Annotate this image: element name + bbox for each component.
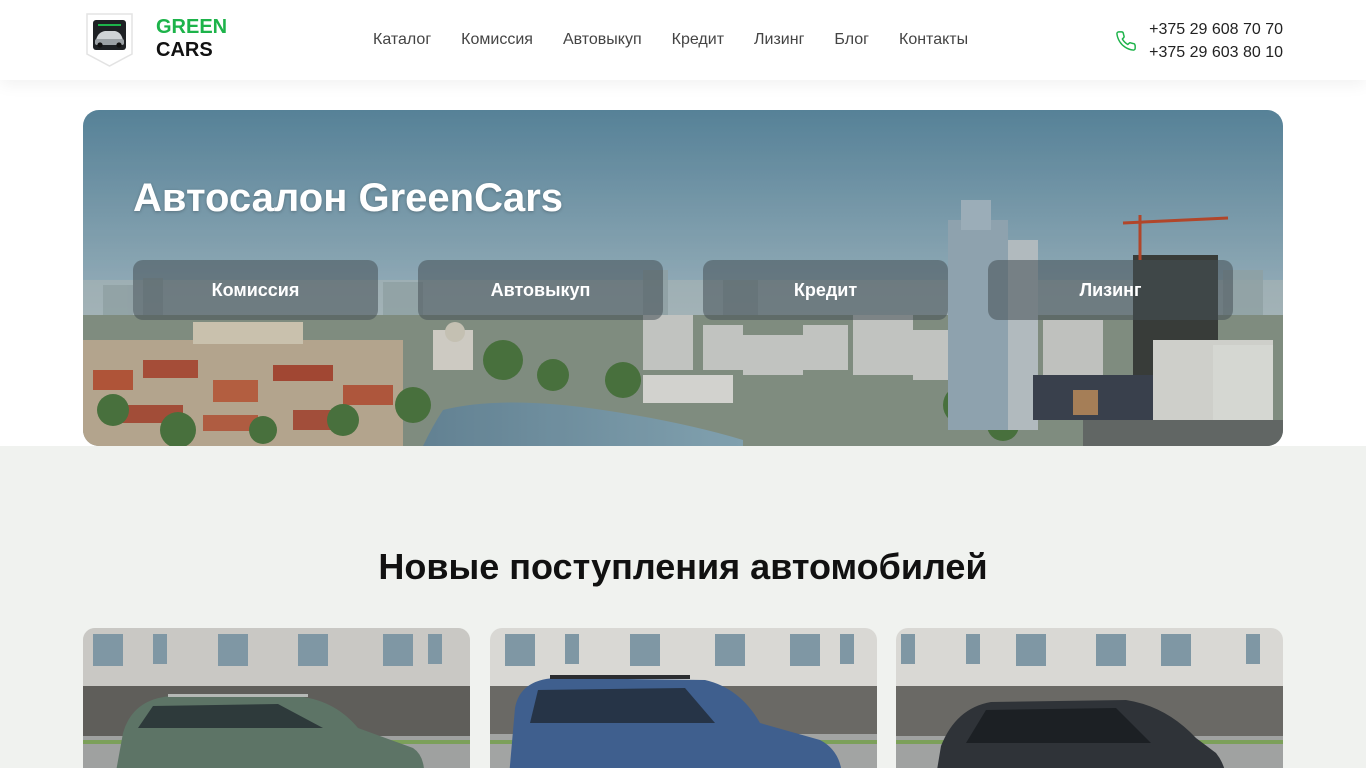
site-logo[interactable]: GREEN CARS [83,10,227,68]
nav-item-blog[interactable]: Блог [834,30,869,50]
phone-icon [1115,30,1137,52]
nav-item-commission[interactable]: Комиссия [461,30,533,50]
hero-button-commission[interactable]: Комиссия [133,260,378,320]
hero-button-buyout[interactable]: Автовыкуп [418,260,663,320]
nav-item-leasing[interactable]: Лизинг [754,30,804,50]
car-card[interactable] [490,628,877,768]
main-nav: Каталог Комиссия Автовыкуп Кредит Лизинг… [373,30,998,50]
brand-line-1: GREEN [156,16,228,38]
car-photo-image [83,628,470,768]
car-card[interactable] [896,628,1283,768]
hero-button-credit[interactable]: Кредит [703,260,948,320]
new-arrivals-section: Новые поступления автомобилей [0,446,1366,768]
car-photo-image [490,628,877,768]
car-card[interactable] [83,628,470,768]
brand-line-2: CARS [156,39,213,61]
site-header: GREEN CARS Каталог Комиссия Автовыкуп Кр… [0,0,1366,80]
nav-item-credit[interactable]: Кредит [672,30,724,50]
car-photo-image [896,628,1283,768]
hero-title: Автосалон GreenCars [133,176,564,220]
phone-number-2[interactable]: +375 29 603 80 10 [1149,41,1283,64]
nav-item-contacts[interactable]: Контакты [899,30,968,50]
header-contacts: +375 29 608 70 70 +375 29 603 80 10 [1115,18,1283,64]
nav-item-catalog[interactable]: Каталог [373,30,431,50]
logo-badge-icon [83,10,136,68]
hero-button-leasing[interactable]: Лизинг [988,260,1233,320]
phone-number-1[interactable]: +375 29 608 70 70 [1149,18,1283,41]
hero-banner: Автосалон GreenCars Комиссия Автовыкуп К… [83,110,1283,446]
nav-item-buyout[interactable]: Автовыкуп [563,30,642,50]
new-arrivals-title: Новые поступления автомобилей [378,546,988,587]
